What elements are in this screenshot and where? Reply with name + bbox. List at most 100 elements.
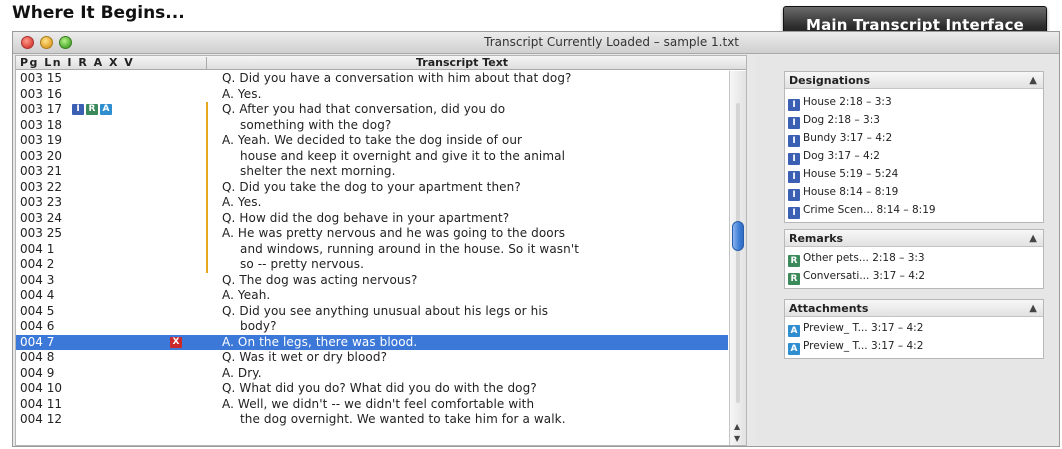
window-title: Transcript Currently Loaded – sample 1.t… <box>484 35 739 49</box>
page-line-number: 004 4 <box>20 288 55 302</box>
designation-item[interactable]: I House 8:14 – 8:19 <box>785 183 1043 201</box>
transcript-row[interactable]: 003 23 A. Yes. <box>16 195 728 211</box>
collapse-remarks-icon[interactable]: ▲ <box>1029 230 1037 247</box>
transcript-line-text: Q. Was it wet or dry blood? <box>222 350 388 364</box>
designation-bracket <box>206 241 208 257</box>
transcript-row[interactable]: 004 3 Q. The dog was acting nervous? <box>16 273 728 289</box>
transcript-row[interactable]: 003 17 I R A Q. After you had that conversat… <box>16 102 728 118</box>
collapse-designations-icon[interactable]: ▲ <box>1029 72 1037 89</box>
transcript-row[interactable]: 004 2 so -- pretty nervous. <box>16 257 728 273</box>
designation-label: Dog 3:17 – 4:2 <box>803 150 880 162</box>
attachment-label: Preview_ T... 3:17 – 4:2 <box>803 322 924 334</box>
designation-bracket <box>206 133 208 149</box>
page-line-number: 003 18 <box>20 117 62 132</box>
designation-item[interactable]: I Dog 2:18 – 3:3 <box>785 111 1043 129</box>
page-line-number: 004 11 <box>20 396 62 411</box>
page-line-number: 004 10 <box>20 381 62 395</box>
transcript-line-text: something with the dog? <box>240 117 392 132</box>
transcript-line-text: so -- pretty nervous. <box>240 257 365 271</box>
remark-label: Conversati... 3:17 – 4:2 <box>803 270 926 282</box>
remarks-header[interactable]: Remarks ▲ <box>785 230 1043 247</box>
codes-column-header[interactable]: Pg Ln I R A X V <box>20 56 210 69</box>
transcript-row[interactable]: 004 9 A. Dry. <box>16 366 728 382</box>
title-bar: Transcript Currently Loaded – sample 1.t… <box>13 32 1059 54</box>
remark-item[interactable]: R Conversati... 3:17 – 4:2 <box>785 267 1043 285</box>
designation-item[interactable]: I Dog 3:17 – 4:2 <box>785 147 1043 165</box>
remark-item[interactable]: R Other pets... 2:18 – 3:3 <box>785 249 1043 267</box>
collapse-attachments-icon[interactable]: ▲ <box>1029 300 1037 317</box>
transcript-line-text: A. Yes. <box>222 86 262 101</box>
attachment-label: Preview_ T... 3:17 – 4:2 <box>803 340 924 352</box>
page-line-number: 004 12 <box>20 412 62 426</box>
transcript-row[interactable]: 003 20 house and keep it overnight and gi… <box>16 148 728 164</box>
designation-bracket <box>206 117 208 133</box>
designations-title: Designations <box>789 74 871 87</box>
transcript-row[interactable]: 004 5 Q. Did you see anything unusual abo… <box>16 304 728 320</box>
designation-label: House 2:18 – 3:3 <box>803 96 892 108</box>
transcript-row[interactable]: 003 25 A. He was pretty nervous and he wa… <box>16 226 728 242</box>
designation-item[interactable]: I Crime Scen... 8:14 – 8:19 <box>785 201 1043 219</box>
transcript-row[interactable]: 004 4 A. Yeah. <box>16 288 728 304</box>
designations-section: Designations ▲ I House 2:18 – 3:3 I Dog 2:1… <box>784 71 1044 223</box>
code-r-icon[interactable]: R <box>86 104 98 115</box>
transcript-scrollbar[interactable]: ▲ ▼ <box>729 71 746 445</box>
transcript-text-column-header[interactable]: Transcript Text <box>416 56 508 69</box>
column-divider[interactable] <box>206 57 207 69</box>
designation-bracket <box>206 164 208 180</box>
scroll-track[interactable] <box>736 103 740 403</box>
code-x-icon[interactable]: X <box>170 336 182 348</box>
designation-item[interactable]: I House 2:18 – 3:3 <box>785 93 1043 111</box>
attachment-item[interactable]: A Preview_ T... 3:17 – 4:2 <box>785 337 1043 355</box>
page-line-number: 004 2 <box>20 257 55 271</box>
page-line-number: 003 24 <box>20 210 62 225</box>
transcript-line-text: Q. Did you take the dog to your apartmen… <box>222 179 521 194</box>
page-heading: Where It Begins... <box>12 3 185 23</box>
transcript-line-text: A. On the legs, there was blood. <box>222 334 418 349</box>
transcript-row[interactable]: 004 11 A. Well, we didn't -- we didn't fe… <box>16 397 728 413</box>
designations-header[interactable]: Designations ▲ <box>785 72 1043 89</box>
transcript-row[interactable]: 003 18 something with the dog? <box>16 117 728 133</box>
transcript-row[interactable]: 004 7 X A. On the legs, there was blood. <box>16 334 728 350</box>
transcript-row[interactable]: 003 22 Q. Did you take the dog to your ap… <box>16 179 728 195</box>
transcript-line-text: Q. Did you have a conversation with him … <box>222 71 572 85</box>
transcript-row[interactable]: 004 1 and windows, running around in the … <box>16 241 728 257</box>
attachment-tag-icon: A <box>788 343 800 355</box>
page-line-number: 003 17 <box>20 102 62 116</box>
attachment-tag-icon: A <box>788 325 800 337</box>
designation-label: Bundy 3:17 – 4:2 <box>803 132 893 144</box>
code-a-icon[interactable]: A <box>100 104 112 115</box>
transcript-line-text: Q. After you had that conversation, did … <box>222 102 506 116</box>
transcript-row[interactable]: 004 10 Q. What did you do? What did you d… <box>16 381 728 397</box>
transcript-row[interactable]: 003 16 A. Yes. <box>16 87 728 103</box>
designation-item[interactable]: I Bundy 3:17 – 4:2 <box>785 129 1043 147</box>
page-line-number: 003 22 <box>20 179 62 194</box>
scroll-down-arrow-icon[interactable]: ▼ <box>734 434 740 443</box>
designation-label: House 5:19 – 5:24 <box>803 168 899 180</box>
attachment-item[interactable]: A Preview_ T... 3:17 – 4:2 <box>785 319 1043 337</box>
scroll-thumb[interactable] <box>732 221 744 251</box>
attachments-header[interactable]: Attachments ▲ <box>785 300 1043 317</box>
designation-item[interactable]: I House 5:19 – 5:24 <box>785 165 1043 183</box>
transcript-line-text: shelter the next morning. <box>240 164 396 178</box>
code-i-icon[interactable]: I <box>72 104 84 115</box>
remarks-title: Remarks <box>789 232 844 245</box>
designations-list: I House 2:18 – 3:3 I Dog 2:18 – 3:3 I Bundy 3… <box>785 89 1043 222</box>
transcript-row[interactable]: 004 6 body? <box>16 319 728 335</box>
transcript-line-text: house and keep it overnight and give it … <box>240 148 566 163</box>
attachments-list: A Preview_ T... 3:17 – 4:2 A Preview_ T... … <box>785 317 1043 358</box>
designation-label: House 8:14 – 8:19 <box>803 186 899 198</box>
scroll-up-arrow-icon[interactable]: ▲ <box>734 422 740 431</box>
transcript-line-text: A. Yeah. <box>222 288 271 302</box>
transcript-row[interactable]: 003 21 shelter the next morning. <box>16 164 728 180</box>
designation-tag-icon: I <box>788 189 800 201</box>
transcript-row[interactable]: 003 24 Q. How did the dog behave in your … <box>16 210 728 226</box>
transcript-row[interactable]: 004 12 the dog overnight. We wanted to ta… <box>16 412 728 428</box>
transcript-row[interactable]: 003 15 Q. Did you have a conversation wit… <box>16 71 728 87</box>
page-line-number: 003 16 <box>20 86 62 101</box>
page-line-number: 003 23 <box>20 195 62 209</box>
transcript-row[interactable]: 003 19 A. Yeah. We decided to take the do… <box>16 133 728 149</box>
transcript-line-text: the dog overnight. We wanted to take him… <box>240 412 566 426</box>
page-line-number: 004 7 <box>20 334 55 349</box>
page-line-number: 004 6 <box>20 319 55 333</box>
transcript-row[interactable]: 004 8 Q. Was it wet or dry blood? <box>16 350 728 366</box>
